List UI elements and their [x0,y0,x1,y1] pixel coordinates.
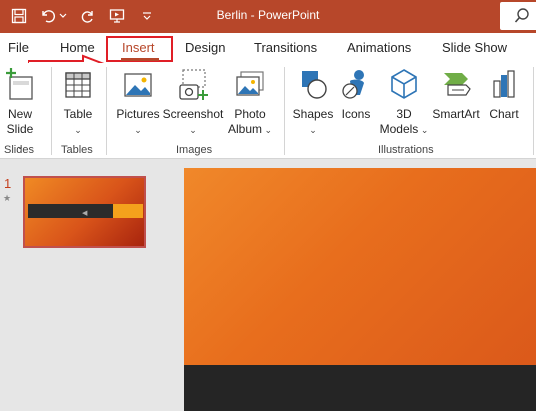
thumbnail-accent-bar [113,204,143,218]
tab-design[interactable]: Design [185,40,225,55]
tab-transitions[interactable]: Transitions [254,40,317,55]
slide-thumbnail-panel: 1 ★ ◀ [0,159,170,411]
chart-label: Chart [489,107,519,121]
photo-album-icon [226,67,274,107]
shapes-icon [292,67,334,107]
table-button[interactable]: Table ⌄ [58,67,98,138]
screenshot-label: Screenshot [162,107,224,121]
group-label-illustrations: Illustrations [378,144,434,156]
smartart-icon [431,67,481,107]
icons-label: Icons [341,107,371,121]
title-bar: Berlin - PowerPoint [0,0,536,33]
group-divider [51,67,52,155]
tab-home[interactable]: Home [60,40,95,55]
chevron-down-icon: ⌄ [309,125,317,135]
active-tab-underline [121,58,159,61]
group-divider [284,67,285,155]
new-slide-label-2: Slide [6,122,34,136]
chart-button[interactable]: Chart [486,67,522,122]
search-button[interactable] [500,2,536,30]
3d-models-label-1: 3D [396,107,412,121]
tab-animations[interactable]: Animations [347,40,411,55]
cube-icon [378,67,430,107]
slide-number: 1 [4,176,12,191]
chevron-down-icon: ⌄ [418,125,429,135]
tab-file[interactable]: File [8,40,29,55]
shapes-button[interactable]: Shapes ⌄ [292,67,334,138]
window-title: Berlin - PowerPoint [216,8,320,22]
smartart-label: SmartArt [432,107,480,121]
screenshot-button[interactable]: Screenshot ⌄ [162,67,224,138]
slide-title-band[interactable] [184,365,536,411]
thumbnail-bullet-icon: ◀ [82,210,88,217]
pictures-label: Pictures [116,107,160,121]
new-slide-label-1: New [7,107,32,121]
photo-album-label-2: Album [227,122,262,136]
chevron-down-icon: ⌄ [261,125,273,135]
chevron-down-icon: ⌄ [189,125,197,135]
photo-album-button[interactable]: Photo Album ⌄ [226,67,274,138]
group-label-images: Images [176,144,213,156]
chevron-down-icon: ⌄ [134,125,142,135]
new-slide-button[interactable]: New Slide ⌄ [2,67,38,154]
3d-models-label-2: Models [379,122,419,136]
photo-album-label-1: Photo [234,107,266,121]
group-divider [533,67,534,155]
tab-slide-show[interactable]: Slide Show [442,40,507,55]
search-icon [514,7,530,30]
icons-button[interactable]: Icons [338,67,374,122]
pictures-button[interactable]: Pictures ⌄ [114,67,162,138]
table-icon [58,67,98,107]
3d-models-button[interactable]: 3D Models ⌄ [378,67,430,138]
shapes-label: Shapes [292,107,334,121]
group-label-slides: Slides [4,144,34,156]
group-divider [106,67,107,155]
new-slide-icon [2,67,38,107]
screenshot-icon [162,67,224,107]
ribbon-insert: New Slide ⌄ Slides Table ⌄ Tables Pictur… [0,63,536,159]
table-label: Table [63,107,93,121]
smartart-button[interactable]: SmartArt [431,67,481,122]
slide-thumbnail[interactable]: ◀ [23,176,146,248]
chart-icon [486,67,522,107]
pictures-icon [114,67,162,107]
thumbnail-title-bar [28,204,115,218]
group-label-tables: Tables [61,144,93,156]
icons-icon [338,67,374,107]
chevron-down-icon: ⌄ [74,125,82,135]
animation-star-icon: ★ [3,193,12,203]
